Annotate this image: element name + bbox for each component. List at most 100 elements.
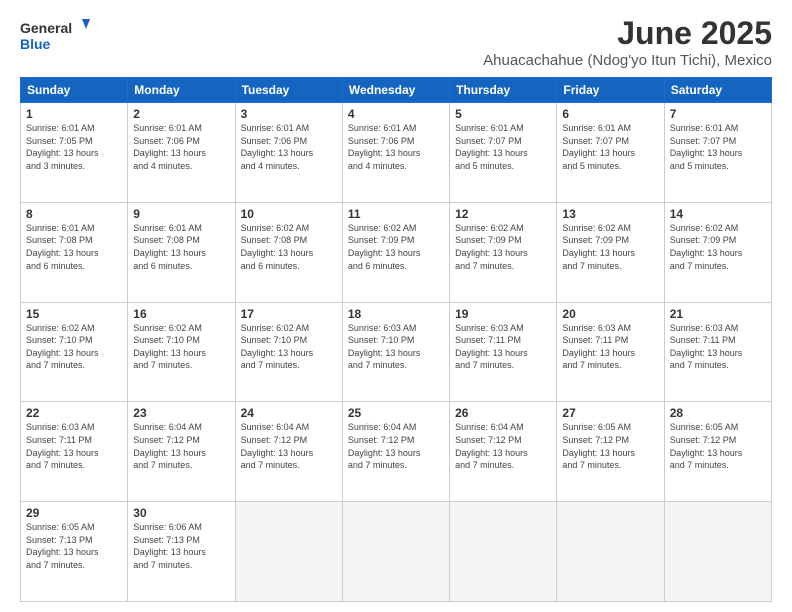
calendar-cell — [235, 502, 342, 602]
calendar-cell: 10 Sunrise: 6:02 AM Sunset: 7:08 PM Dayl… — [235, 202, 342, 302]
month-title: June 2025 — [483, 15, 772, 52]
day-info: Sunrise: 6:02 AM Sunset: 7:08 PM Dayligh… — [241, 222, 337, 272]
day-info: Sunrise: 6:04 AM Sunset: 7:12 PM Dayligh… — [348, 421, 444, 471]
day-number: 25 — [348, 406, 444, 420]
col-header-sunday: Sunday — [21, 78, 128, 103]
day-info: Sunrise: 6:03 AM Sunset: 7:11 PM Dayligh… — [670, 322, 766, 372]
day-number: 29 — [26, 506, 122, 520]
col-header-saturday: Saturday — [664, 78, 771, 103]
day-number: 24 — [241, 406, 337, 420]
day-info: Sunrise: 6:02 AM Sunset: 7:09 PM Dayligh… — [562, 222, 658, 272]
day-info: Sunrise: 6:03 AM Sunset: 7:11 PM Dayligh… — [562, 322, 658, 372]
calendar-cell: 28 Sunrise: 6:05 AM Sunset: 7:12 PM Dayl… — [664, 402, 771, 502]
calendar-cell: 23 Sunrise: 6:04 AM Sunset: 7:12 PM Dayl… — [128, 402, 235, 502]
calendar-cell: 6 Sunrise: 6:01 AM Sunset: 7:07 PM Dayli… — [557, 103, 664, 203]
day-number: 27 — [562, 406, 658, 420]
day-info: Sunrise: 6:01 AM Sunset: 7:06 PM Dayligh… — [241, 122, 337, 172]
day-info: Sunrise: 6:01 AM Sunset: 7:08 PM Dayligh… — [26, 222, 122, 272]
day-info: Sunrise: 6:02 AM Sunset: 7:09 PM Dayligh… — [670, 222, 766, 272]
day-number: 10 — [241, 207, 337, 221]
calendar-cell: 26 Sunrise: 6:04 AM Sunset: 7:12 PM Dayl… — [450, 402, 557, 502]
day-number: 18 — [348, 307, 444, 321]
day-number: 28 — [670, 406, 766, 420]
day-info: Sunrise: 6:02 AM Sunset: 7:10 PM Dayligh… — [133, 322, 229, 372]
day-number: 14 — [670, 207, 766, 221]
day-info: Sunrise: 6:04 AM Sunset: 7:12 PM Dayligh… — [455, 421, 551, 471]
day-info: Sunrise: 6:01 AM Sunset: 7:06 PM Dayligh… — [348, 122, 444, 172]
calendar-cell: 8 Sunrise: 6:01 AM Sunset: 7:08 PM Dayli… — [21, 202, 128, 302]
calendar-cell — [342, 502, 449, 602]
day-info: Sunrise: 6:01 AM Sunset: 7:06 PM Dayligh… — [133, 122, 229, 172]
day-info: Sunrise: 6:01 AM Sunset: 7:07 PM Dayligh… — [670, 122, 766, 172]
calendar-cell: 22 Sunrise: 6:03 AM Sunset: 7:11 PM Dayl… — [21, 402, 128, 502]
day-number: 6 — [562, 107, 658, 121]
col-header-wednesday: Wednesday — [342, 78, 449, 103]
calendar-cell: 20 Sunrise: 6:03 AM Sunset: 7:11 PM Dayl… — [557, 302, 664, 402]
calendar-cell: 3 Sunrise: 6:01 AM Sunset: 7:06 PM Dayli… — [235, 103, 342, 203]
day-number: 23 — [133, 406, 229, 420]
day-info: Sunrise: 6:03 AM Sunset: 7:11 PM Dayligh… — [26, 421, 122, 471]
svg-text:Blue: Blue — [20, 36, 51, 52]
day-info: Sunrise: 6:01 AM Sunset: 7:07 PM Dayligh… — [562, 122, 658, 172]
day-info: Sunrise: 6:06 AM Sunset: 7:13 PM Dayligh… — [133, 521, 229, 571]
day-number: 19 — [455, 307, 551, 321]
day-number: 3 — [241, 107, 337, 121]
day-info: Sunrise: 6:03 AM Sunset: 7:11 PM Dayligh… — [455, 322, 551, 372]
day-number: 5 — [455, 107, 551, 121]
calendar-cell: 12 Sunrise: 6:02 AM Sunset: 7:09 PM Dayl… — [450, 202, 557, 302]
calendar-cell — [664, 502, 771, 602]
calendar-cell: 11 Sunrise: 6:02 AM Sunset: 7:09 PM Dayl… — [342, 202, 449, 302]
calendar-cell: 9 Sunrise: 6:01 AM Sunset: 7:08 PM Dayli… — [128, 202, 235, 302]
calendar-cell: 4 Sunrise: 6:01 AM Sunset: 7:06 PM Dayli… — [342, 103, 449, 203]
day-number: 11 — [348, 207, 444, 221]
col-header-tuesday: Tuesday — [235, 78, 342, 103]
day-number: 17 — [241, 307, 337, 321]
day-info: Sunrise: 6:05 AM Sunset: 7:13 PM Dayligh… — [26, 521, 122, 571]
day-info: Sunrise: 6:04 AM Sunset: 7:12 PM Dayligh… — [133, 421, 229, 471]
day-number: 2 — [133, 107, 229, 121]
title-block: June 2025 Ahuacachahue (Ndog'yo Itun Tic… — [483, 15, 772, 69]
calendar-cell — [557, 502, 664, 602]
day-info: Sunrise: 6:01 AM Sunset: 7:08 PM Dayligh… — [133, 222, 229, 272]
day-number: 4 — [348, 107, 444, 121]
day-info: Sunrise: 6:02 AM Sunset: 7:10 PM Dayligh… — [26, 322, 122, 372]
day-number: 8 — [26, 207, 122, 221]
day-info: Sunrise: 6:02 AM Sunset: 7:09 PM Dayligh… — [348, 222, 444, 272]
calendar-cell: 27 Sunrise: 6:05 AM Sunset: 7:12 PM Dayl… — [557, 402, 664, 502]
day-info: Sunrise: 6:05 AM Sunset: 7:12 PM Dayligh… — [670, 421, 766, 471]
day-number: 20 — [562, 307, 658, 321]
day-number: 12 — [455, 207, 551, 221]
day-number: 7 — [670, 107, 766, 121]
day-info: Sunrise: 6:01 AM Sunset: 7:05 PM Dayligh… — [26, 122, 122, 172]
day-number: 9 — [133, 207, 229, 221]
day-number: 26 — [455, 406, 551, 420]
calendar-cell: 18 Sunrise: 6:03 AM Sunset: 7:10 PM Dayl… — [342, 302, 449, 402]
calendar-cell: 19 Sunrise: 6:03 AM Sunset: 7:11 PM Dayl… — [450, 302, 557, 402]
calendar-cell: 7 Sunrise: 6:01 AM Sunset: 7:07 PM Dayli… — [664, 103, 771, 203]
calendar-table: SundayMondayTuesdayWednesdayThursdayFrid… — [20, 77, 772, 602]
calendar-cell: 17 Sunrise: 6:02 AM Sunset: 7:10 PM Dayl… — [235, 302, 342, 402]
calendar-cell: 13 Sunrise: 6:02 AM Sunset: 7:09 PM Dayl… — [557, 202, 664, 302]
calendar-cell: 24 Sunrise: 6:04 AM Sunset: 7:12 PM Dayl… — [235, 402, 342, 502]
calendar-cell: 16 Sunrise: 6:02 AM Sunset: 7:10 PM Dayl… — [128, 302, 235, 402]
svg-text:General: General — [20, 20, 72, 36]
calendar-cell: 1 Sunrise: 6:01 AM Sunset: 7:05 PM Dayli… — [21, 103, 128, 203]
day-info: Sunrise: 6:02 AM Sunset: 7:10 PM Dayligh… — [241, 322, 337, 372]
calendar-cell: 15 Sunrise: 6:02 AM Sunset: 7:10 PM Dayl… — [21, 302, 128, 402]
day-info: Sunrise: 6:05 AM Sunset: 7:12 PM Dayligh… — [562, 421, 658, 471]
day-info: Sunrise: 6:04 AM Sunset: 7:12 PM Dayligh… — [241, 421, 337, 471]
calendar-cell — [450, 502, 557, 602]
day-number: 22 — [26, 406, 122, 420]
day-number: 1 — [26, 107, 122, 121]
day-number: 13 — [562, 207, 658, 221]
col-header-monday: Monday — [128, 78, 235, 103]
day-number: 15 — [26, 307, 122, 321]
day-info: Sunrise: 6:03 AM Sunset: 7:10 PM Dayligh… — [348, 322, 444, 372]
col-header-thursday: Thursday — [450, 78, 557, 103]
header: General Blue June 2025 Ahuacachahue (Ndo… — [20, 15, 772, 69]
location-title: Ahuacachahue (Ndog'yo Itun Tichi), Mexic… — [483, 52, 772, 69]
page: General Blue June 2025 Ahuacachahue (Ndo… — [0, 0, 792, 612]
calendar-cell: 30 Sunrise: 6:06 AM Sunset: 7:13 PM Dayl… — [128, 502, 235, 602]
day-info: Sunrise: 6:02 AM Sunset: 7:09 PM Dayligh… — [455, 222, 551, 272]
col-header-friday: Friday — [557, 78, 664, 103]
